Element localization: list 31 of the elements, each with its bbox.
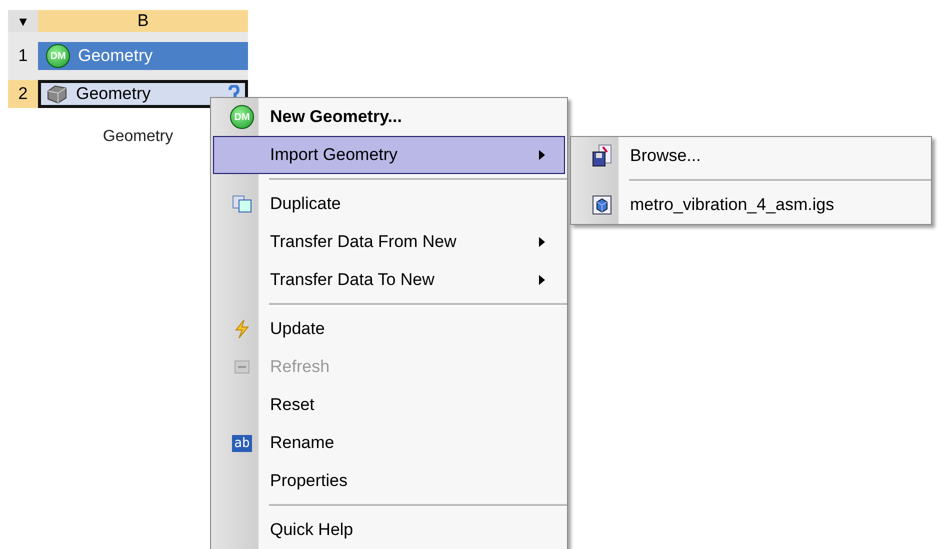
row-number: 2 [8, 80, 38, 108]
menu-item[interactable]: metro_vibration_4_asm.igs [573, 186, 929, 224]
menu-item[interactable]: Duplicate [213, 185, 565, 223]
menu-item[interactable]: Transfer Data From New [213, 223, 565, 261]
lightning-icon [234, 319, 250, 339]
menu-item[interactable]: Import Geometry [213, 136, 565, 174]
menu-item[interactable]: Quick Help [213, 511, 565, 549]
refresh-icon [233, 358, 251, 376]
menu-item[interactable]: Update [213, 310, 565, 348]
copy-icon [232, 195, 252, 213]
column-header: B [38, 10, 248, 32]
menu-item[interactable]: Reset [213, 386, 565, 424]
cell-label: Geometry [78, 46, 154, 66]
menu-item[interactable]: Transfer Data To New [213, 261, 565, 299]
rename-icon: ab [232, 434, 252, 452]
submenu-arrow-icon [538, 275, 546, 285]
block-icon [46, 84, 68, 104]
dm-icon: DM [230, 105, 254, 129]
menu-item[interactable]: Properties [213, 462, 565, 500]
system-cell[interactable]: DM Geometry [38, 42, 248, 70]
collapse-toggle[interactable]: ▼ [8, 10, 38, 32]
system-cell[interactable]: Geometry [38, 80, 248, 108]
dm-icon: DM [46, 44, 70, 68]
menu-item[interactable]: ab Rename [213, 424, 565, 462]
cell-label: Geometry [76, 84, 152, 104]
system-caption: Geometry [102, 128, 174, 146]
submenu-arrow-icon [538, 150, 546, 160]
submenu-arrow-icon [538, 237, 546, 247]
disk-icon [591, 144, 613, 168]
cube-file-icon [592, 195, 612, 215]
menu-item[interactable]: Browse... [573, 137, 929, 175]
